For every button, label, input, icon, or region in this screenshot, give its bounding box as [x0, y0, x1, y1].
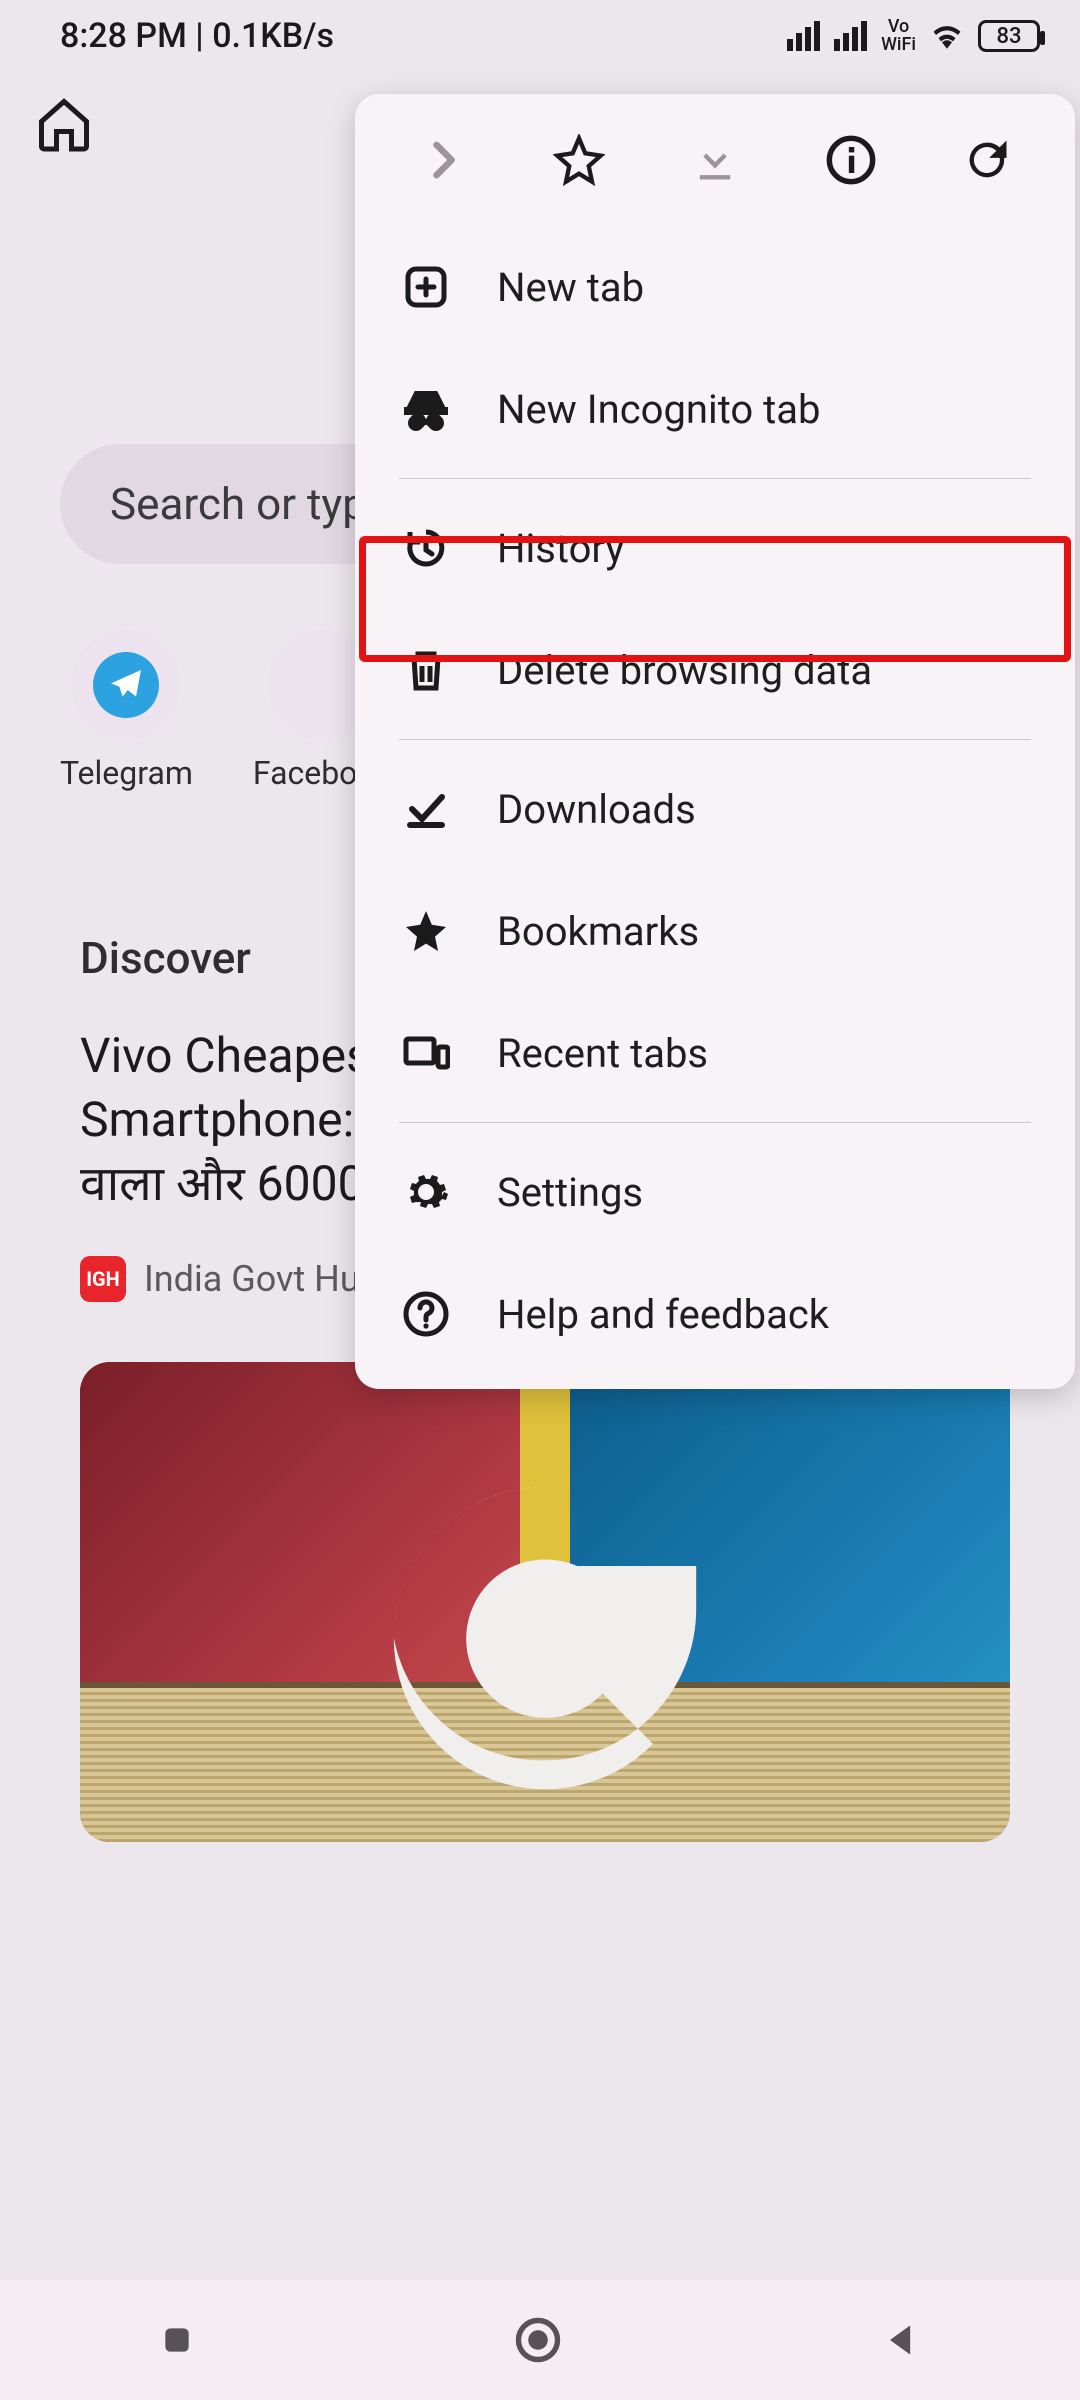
bookmarks-star-icon — [399, 904, 453, 958]
discover-card-image[interactable] — [80, 1362, 1010, 1842]
menu-bookmarks[interactable]: Bookmarks — [355, 870, 1075, 992]
menu-help[interactable]: Help and feedback — [355, 1253, 1075, 1375]
menu-label: Settings — [497, 1169, 643, 1216]
menu-divider — [399, 478, 1031, 479]
home-nav-button[interactable] — [512, 2314, 564, 2366]
signal-icon — [787, 21, 820, 51]
overflow-menu: New tab New Incognito tab History Delete… — [355, 94, 1075, 1389]
menu-divider — [399, 739, 1031, 740]
menu-label: Bookmarks — [497, 908, 699, 955]
menu-label: New Incognito tab — [497, 386, 820, 433]
status-right: Vo WiFi 83 — [787, 18, 1040, 54]
vowifi-icon: Vo WiFi — [881, 18, 916, 54]
downloads-icon — [399, 782, 453, 836]
signal-icon-2 — [834, 21, 867, 51]
menu-new-tab[interactable]: New tab — [355, 226, 1075, 348]
download-icon[interactable] — [685, 130, 745, 190]
system-nav-bar — [0, 2280, 1080, 2400]
recent-tabs-icon — [399, 1026, 453, 1080]
status-bar: 8:28 PM | 0.1KB/s Vo WiFi 83 — [0, 0, 1080, 64]
wifi-icon — [930, 19, 964, 53]
help-icon — [399, 1287, 453, 1341]
battery-icon: 83 — [978, 20, 1040, 52]
info-icon[interactable] — [821, 130, 881, 190]
gear-icon — [399, 1165, 453, 1219]
history-icon — [399, 521, 453, 575]
menu-label: Help and feedback — [497, 1291, 829, 1338]
menu-label: Downloads — [497, 786, 696, 833]
google-g-icon — [365, 1458, 725, 1818]
menu-label: Delete browsing data — [497, 647, 872, 694]
menu-incognito[interactable]: New Incognito tab — [355, 348, 1075, 470]
status-sep: | — [187, 16, 212, 56]
back-nav-button[interactable] — [879, 2318, 923, 2362]
incognito-icon — [399, 382, 453, 436]
clock-text: 8:28 PM — [60, 16, 187, 56]
reload-icon[interactable] — [957, 130, 1017, 190]
telegram-icon — [93, 652, 159, 718]
status-left: 8:28 PM | 0.1KB/s — [60, 16, 334, 56]
menu-divider — [399, 1122, 1031, 1123]
forward-icon[interactable] — [413, 130, 473, 190]
shortcut-circle — [71, 630, 181, 740]
star-icon[interactable] — [549, 130, 609, 190]
menu-recent-tabs[interactable]: Recent tabs — [355, 992, 1075, 1114]
shortcut-telegram[interactable]: Telegram — [60, 630, 193, 792]
menu-label: History — [497, 525, 624, 572]
home-button[interactable] — [34, 94, 94, 154]
menu-settings[interactable]: Settings — [355, 1131, 1075, 1253]
menu-downloads[interactable]: Downloads — [355, 748, 1075, 870]
menu-label: Recent tabs — [497, 1030, 708, 1077]
recents-button[interactable] — [157, 2320, 197, 2360]
menu-label: New tab — [497, 264, 644, 311]
vowifi-bot: WiFi — [881, 36, 916, 54]
source-badge: IGH — [80, 1256, 126, 1302]
menu-delete-data[interactable]: Delete browsing data — [355, 609, 1075, 731]
net-speed: 0.1KB/s — [212, 16, 334, 56]
menu-icon-row — [355, 94, 1075, 226]
battery-level: 83 — [996, 24, 1021, 49]
new-tab-icon — [399, 260, 453, 314]
trash-icon — [399, 643, 453, 697]
article-source: India Govt Hub — [144, 1258, 380, 1300]
shortcut-label: Telegram — [60, 754, 193, 792]
menu-history[interactable]: History — [355, 487, 1075, 609]
